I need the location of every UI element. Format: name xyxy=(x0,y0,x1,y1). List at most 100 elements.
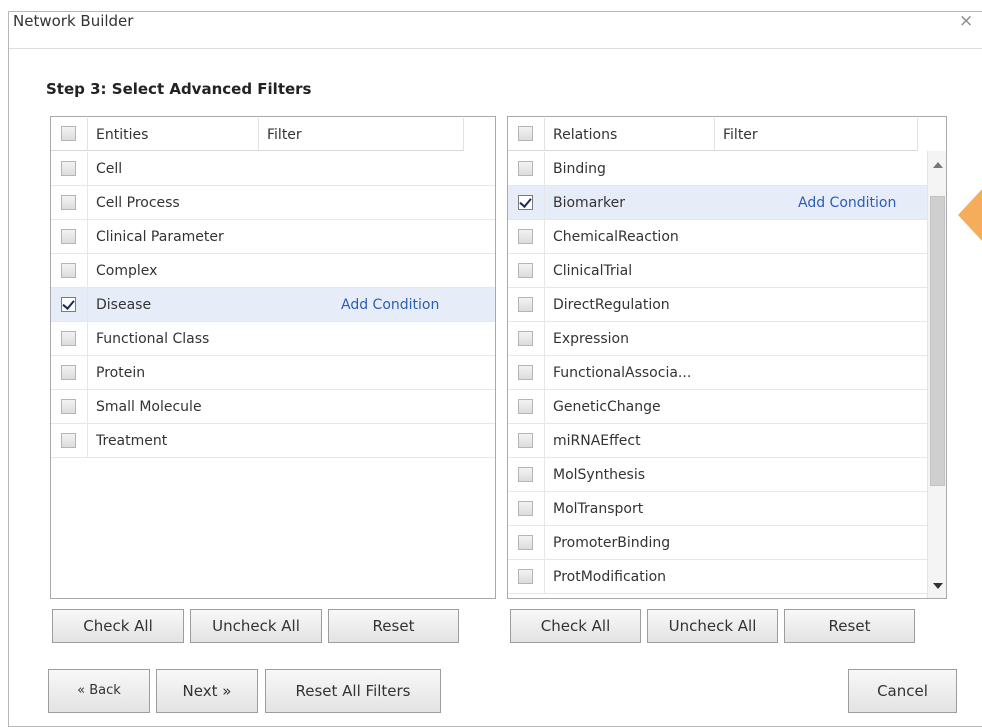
entities-check-all-button[interactable]: Check All xyxy=(52,609,184,643)
scroll-down-arrow-icon[interactable] xyxy=(933,583,943,589)
step-title: Step 3: Select Advanced Filters xyxy=(46,80,312,98)
relations-row[interactable]: PromoterBinding xyxy=(508,526,927,560)
titlebar-divider xyxy=(9,48,982,49)
entities-row-checkbox[interactable] xyxy=(61,331,76,346)
relations-row[interactable]: MolTransport xyxy=(508,492,927,526)
entities-reset-button[interactable]: Reset xyxy=(328,609,459,643)
relations-row-checkbox[interactable] xyxy=(518,569,533,584)
relations-row-label: Expression xyxy=(553,331,629,347)
scroll-thumb[interactable] xyxy=(930,196,945,486)
relations-row-checkbox[interactable] xyxy=(518,535,533,550)
relations-reset-button[interactable]: Reset xyxy=(784,609,915,643)
relations-row-label: ChemicalReaction xyxy=(553,229,679,245)
relations-row-divider xyxy=(544,152,545,186)
relations-header-name[interactable]: Relations xyxy=(545,118,715,151)
entities-row[interactable]: Small Molecule xyxy=(51,390,495,424)
relations-row-divider xyxy=(544,526,545,560)
scroll-up-arrow-icon[interactable] xyxy=(933,162,943,168)
relations-header-checkbox-cell xyxy=(508,118,545,151)
relations-row-checkbox[interactable] xyxy=(518,467,533,482)
relations-row[interactable]: Expression xyxy=(508,322,927,356)
next-button[interactable]: Next » xyxy=(156,669,258,713)
relations-header-filter[interactable]: Filter xyxy=(715,118,918,151)
back-button[interactable]: « Back xyxy=(48,669,150,713)
relations-row-divider xyxy=(544,186,545,220)
entities-row-label: Small Molecule xyxy=(96,399,202,415)
entities-row[interactable]: Clinical Parameter xyxy=(51,220,495,254)
relations-row-checkbox[interactable] xyxy=(518,433,533,448)
entities-header: Entities Filter xyxy=(51,117,495,151)
entities-row-checkbox[interactable] xyxy=(61,195,76,210)
entities-row-checkbox[interactable] xyxy=(61,297,76,312)
relations-scrollbar[interactable] xyxy=(927,151,946,598)
relations-row-label: ClinicalTrial xyxy=(553,263,633,279)
relations-row-label: Binding xyxy=(553,161,606,177)
relations-row[interactable]: ProtModification xyxy=(508,560,927,594)
add-condition-link[interactable]: Add Condition xyxy=(341,288,439,322)
close-icon[interactable]: × xyxy=(959,13,973,30)
entities-row-checkbox[interactable] xyxy=(61,161,76,176)
entities-row[interactable]: Disease Add Condition xyxy=(51,288,495,322)
relations-row-checkbox[interactable] xyxy=(518,501,533,516)
cancel-button[interactable]: Cancel xyxy=(848,669,957,713)
relations-row-divider xyxy=(544,288,545,322)
relations-row[interactable]: MolSynthesis xyxy=(508,458,927,492)
entities-row[interactable]: Cell Process xyxy=(51,186,495,220)
relations-check-all-button[interactable]: Check All xyxy=(510,609,641,643)
relations-row-checkbox[interactable] xyxy=(518,161,533,176)
entities-row-checkbox[interactable] xyxy=(61,365,76,380)
relations-uncheck-all-button[interactable]: Uncheck All xyxy=(647,609,778,643)
entities-row[interactable]: Cell xyxy=(51,152,495,186)
entities-select-all-checkbox[interactable] xyxy=(61,126,76,141)
entities-row-checkbox[interactable] xyxy=(61,229,76,244)
entities-row-divider xyxy=(87,186,88,220)
relations-select-all-checkbox[interactable] xyxy=(518,126,533,141)
entities-header-filter[interactable]: Filter xyxy=(259,118,464,151)
relations-row-checkbox[interactable] xyxy=(518,331,533,346)
relations-row[interactable]: Binding xyxy=(508,152,927,186)
entities-row-label: Treatment xyxy=(96,433,168,449)
relations-row[interactable]: FunctionalAssocia... xyxy=(508,356,927,390)
relations-row-label: Biomarker xyxy=(553,195,626,211)
entities-row-divider xyxy=(87,220,88,254)
entities-row-label: Clinical Parameter xyxy=(96,229,224,245)
relations-panel: Relations Filter Binding Biomarker Add Con… xyxy=(507,116,947,599)
relations-row[interactable]: GeneticChange xyxy=(508,390,927,424)
relations-row-label: FunctionalAssocia... xyxy=(553,365,692,381)
entities-header-name[interactable]: Entities xyxy=(88,118,259,151)
relations-row[interactable]: Biomarker Add Condition xyxy=(508,186,927,220)
entities-row[interactable]: Protein xyxy=(51,356,495,390)
relations-row[interactable]: DirectRegulation xyxy=(508,288,927,322)
entities-row-divider xyxy=(87,356,88,390)
relations-row-label: GeneticChange xyxy=(553,399,661,415)
callout-arrow-icon xyxy=(958,187,982,243)
relations-row[interactable]: ChemicalReaction xyxy=(508,220,927,254)
relations-row-divider xyxy=(544,560,545,594)
relations-row-divider xyxy=(544,322,545,356)
entities-row[interactable]: Complex xyxy=(51,254,495,288)
entities-row-checkbox[interactable] xyxy=(61,399,76,414)
entities-row[interactable]: Functional Class xyxy=(51,322,495,356)
entities-panel: Entities Filter Cell Cell Process Clinical… xyxy=(50,116,496,599)
relations-row-checkbox[interactable] xyxy=(518,365,533,380)
entities-uncheck-all-button[interactable]: Uncheck All xyxy=(190,609,322,643)
relations-row-divider xyxy=(544,254,545,288)
relations-row-checkbox[interactable] xyxy=(518,229,533,244)
entities-row-label: Complex xyxy=(96,263,158,279)
relations-row-checkbox[interactable] xyxy=(518,263,533,278)
relations-row[interactable]: ClinicalTrial xyxy=(508,254,927,288)
relations-row-checkbox[interactable] xyxy=(518,297,533,312)
reset-all-filters-button[interactable]: Reset All Filters xyxy=(265,669,441,713)
entities-row-divider xyxy=(87,424,88,458)
entities-row-checkbox[interactable] xyxy=(61,263,76,278)
entities-row-checkbox[interactable] xyxy=(61,433,76,448)
entities-row-label: Functional Class xyxy=(96,331,210,347)
entities-row-label: Disease xyxy=(96,297,152,313)
relations-row-checkbox[interactable] xyxy=(518,195,533,210)
entities-row[interactable]: Treatment xyxy=(51,424,495,458)
add-condition-link[interactable]: Add Condition xyxy=(798,186,896,220)
relations-row-label: ProtModification xyxy=(553,569,667,585)
relations-row-divider xyxy=(544,492,545,526)
relations-row-checkbox[interactable] xyxy=(518,399,533,414)
relations-row[interactable]: miRNAEffect xyxy=(508,424,927,458)
